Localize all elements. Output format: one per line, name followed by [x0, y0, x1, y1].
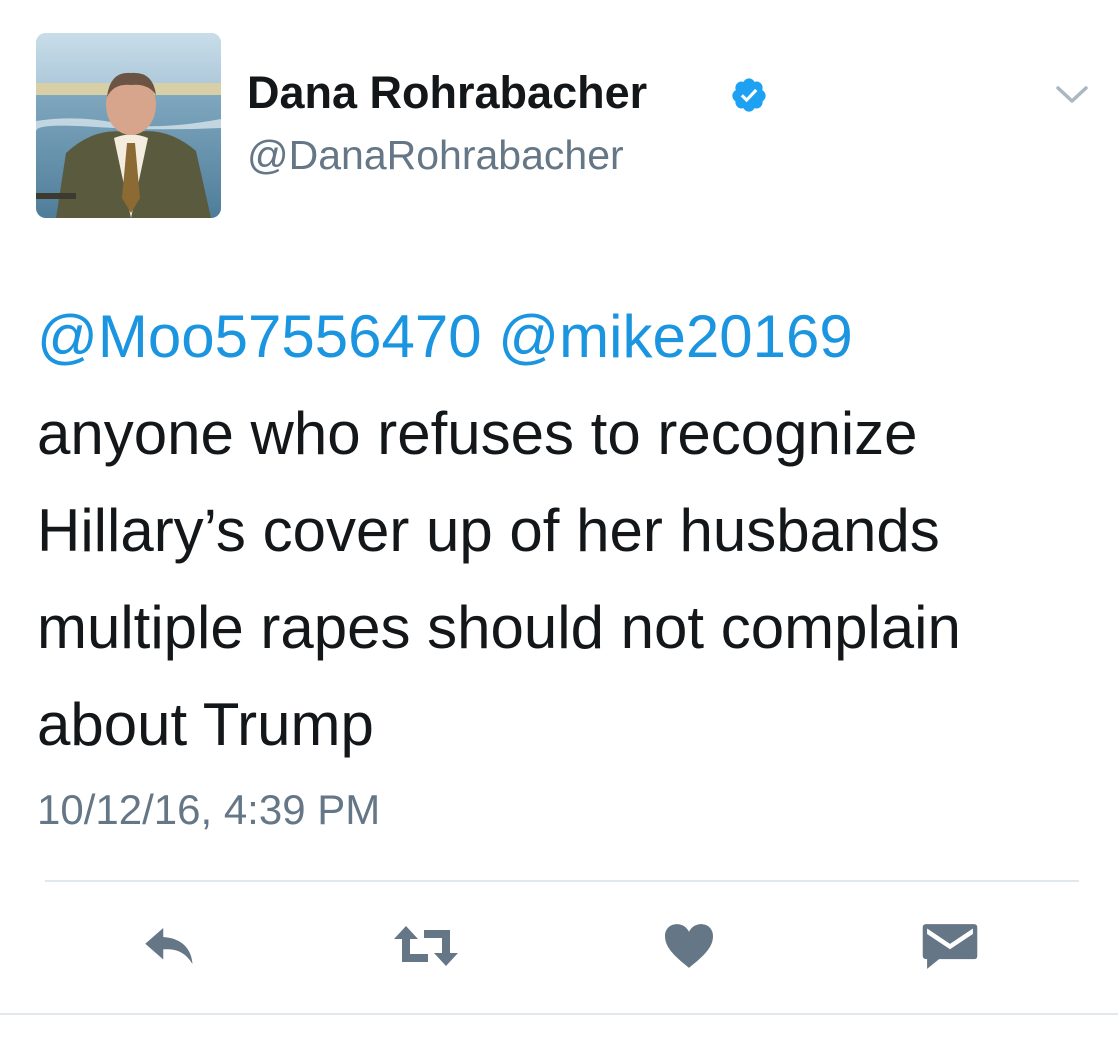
tweet-body: anyone who refuses to recognize Hillary’…: [37, 400, 961, 758]
heart-icon: [665, 924, 713, 968]
author-handle[interactable]: @DanaRohrabacher: [247, 130, 624, 180]
like-button[interactable]: [657, 918, 721, 974]
avatar[interactable]: [36, 33, 221, 218]
direct-message-button[interactable]: [918, 918, 982, 974]
reply-icon: [145, 928, 193, 964]
retweet-icon: [394, 926, 458, 966]
mention-link[interactable]: @mike20169: [498, 303, 852, 370]
display-name[interactable]: Dana Rohrabacher: [247, 66, 647, 120]
envelope-icon: [922, 924, 978, 969]
verified-badge-icon: [730, 76, 768, 114]
timestamp[interactable]: 10/12/16, 4:39 PM: [37, 784, 380, 836]
retweet-button[interactable]: [394, 918, 458, 974]
tweet-text: @Moo57556470 @mike20169 anyone who refus…: [37, 288, 1107, 773]
chevron-down-icon[interactable]: [1054, 80, 1090, 108]
reply-button[interactable]: [138, 918, 202, 974]
mention-link[interactable]: @Moo57556470: [37, 303, 482, 370]
divider: [45, 880, 1079, 882]
bottom-divider: [0, 1013, 1118, 1015]
